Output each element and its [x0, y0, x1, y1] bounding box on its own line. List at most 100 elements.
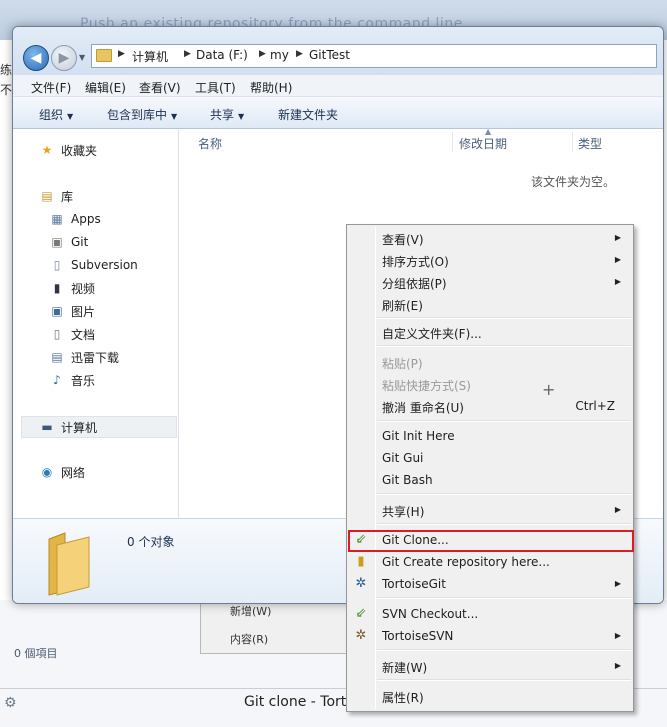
menu-item-git-init[interactable]: Git Init Here — [349, 425, 631, 447]
breadcrumb-gittest[interactable]: GitTest — [309, 48, 350, 62]
share-button[interactable]: 共享 ▼ — [210, 106, 244, 123]
nav-library-subversion[interactable]: ▯ Subversion — [49, 255, 138, 275]
arrow-left-icon: ◀ — [30, 50, 42, 66]
nav-library-music[interactable]: ♪ 音乐 — [49, 370, 95, 390]
menu-item-tortoisesvn[interactable]: ✲ TortoiseSVN ▶ — [349, 625, 631, 647]
breadcrumb-drive[interactable]: Data (F:) — [196, 48, 248, 62]
menu-label: TortoiseGit — [382, 577, 446, 591]
folder-icon — [48, 532, 90, 596]
submenu-arrow-icon: ▶ — [614, 255, 621, 264]
nav-item-label: 图片 — [71, 304, 96, 319]
menu-item-paste[interactable]: 粘贴(P) — [349, 351, 631, 373]
column-modified[interactable]: 修改日期 — [459, 135, 507, 152]
submenu-arrow-icon: ▶ — [614, 233, 621, 242]
menu-item-share[interactable]: 共享(H) ▶ — [349, 499, 631, 521]
menu-label: 排序方式(O) — [382, 255, 449, 269]
menu-help[interactable]: 帮助(H) — [250, 79, 292, 96]
empty-folder-message: 该文件夹为空。 — [531, 175, 616, 189]
chevron-right-icon[interactable]: ▶ — [296, 49, 303, 59]
menu-item-paste-shortcut[interactable]: 粘贴快捷方式(S) — [349, 373, 631, 395]
column-divider[interactable] — [452, 132, 453, 152]
history-dropdown[interactable]: ▼ — [79, 53, 85, 62]
menu-item-refresh[interactable]: 刷新(E) — [349, 293, 631, 315]
include-in-library-button[interactable]: 包含到库中 ▼ — [107, 106, 177, 123]
nav-library-downloads[interactable]: ▤ 迅雷下载 — [49, 347, 119, 367]
background-items-count: 0 個項目 — [14, 647, 58, 660]
menu-item-customize-folder[interactable]: 自定义文件夹(F)... — [349, 321, 631, 343]
menu-bar: 文件(F) 编辑(E) 查看(V) 工具(T) 帮助(H) — [13, 75, 663, 97]
new-folder-button[interactable]: 新建文件夹 — [278, 106, 338, 123]
submenu-arrow-icon: ▶ — [614, 631, 621, 640]
menu-item-tortoisegit[interactable]: ✲ TortoiseGit ▶ — [349, 573, 631, 595]
column-divider[interactable] — [572, 132, 573, 152]
menu-label: 查看(V) — [382, 233, 424, 247]
column-header: ▲ 名称 修改日期 类型 — [180, 127, 663, 154]
menu-view[interactable]: 查看(V) — [139, 79, 181, 96]
chevron-right-icon[interactable]: ▶ — [118, 49, 125, 59]
submenu-arrow-icon: ▶ — [614, 277, 621, 286]
organize-button[interactable]: 组织 ▼ — [39, 106, 73, 123]
submenu-arrow-icon: ▶ — [614, 579, 621, 588]
nav-libraries-label: 库 — [61, 189, 74, 204]
menu-item-git-bash[interactable]: Git Bash — [349, 469, 631, 491]
nav-favorites-label: 收藏夹 — [61, 143, 98, 158]
chevron-right-icon[interactable]: ▶ — [259, 49, 266, 59]
nav-library-apps[interactable]: ▦ Apps — [49, 209, 101, 229]
column-name[interactable]: 名称 — [198, 135, 222, 152]
menu-file[interactable]: 文件(F) — [31, 79, 71, 96]
nav-library-git[interactable]: ▣ Git — [49, 232, 88, 252]
menu-label: Git Bash — [382, 473, 433, 487]
menu-label: 撤消 重命名(U) — [382, 401, 464, 415]
menu-separator — [377, 679, 631, 681]
background-menu-properties[interactable]: 内容(R) — [230, 631, 268, 647]
nav-library-pictures[interactable]: ▣ 图片 — [49, 301, 95, 321]
nav-item-label: Apps — [71, 212, 101, 226]
menu-label: TortoiseSVN — [382, 629, 454, 643]
breadcrumb-my[interactable]: my — [270, 48, 289, 62]
nav-libraries[interactable]: ▤ 库 — [39, 186, 73, 206]
menu-item-properties[interactable]: 属性(R) — [349, 685, 631, 707]
menu-label: 粘贴快捷方式(S) — [382, 379, 471, 393]
network-icon: ◉ — [41, 465, 53, 479]
apps-icon: ▦ — [51, 212, 63, 226]
download-folder-icon: ▤ — [51, 350, 63, 364]
nav-computer-label: 计算机 — [61, 420, 98, 435]
nav-item-label: Git — [71, 235, 89, 249]
nav-library-videos[interactable]: ▮ 视频 — [49, 278, 95, 298]
nav-computer[interactable]: ▬ 计算机 — [39, 417, 97, 437]
nav-item-label: Subversion — [71, 258, 138, 272]
nav-favorites[interactable]: ★ 收藏夹 — [39, 140, 97, 160]
nav-item-label: 视频 — [71, 281, 96, 296]
menu-item-undo-rename[interactable]: 撤消 重命名(U) Ctrl+Z — [349, 395, 631, 417]
forward-button[interactable]: ▶ — [51, 45, 77, 71]
video-icon: ▮ — [53, 281, 61, 295]
menu-item-view[interactable]: 查看(V) ▶ — [349, 227, 631, 249]
menu-tools[interactable]: 工具(T) — [195, 79, 236, 96]
background-menu-new[interactable]: 新增(W) — [230, 603, 271, 619]
arrow-right-icon: ▶ — [58, 50, 70, 66]
tortoise-icon: ✲ — [355, 628, 367, 643]
nav-library-documents[interactable]: ▯ 文档 — [49, 324, 95, 344]
menu-item-sort[interactable]: 排序方式(O) ▶ — [349, 249, 631, 271]
menu-edit[interactable]: 编辑(E) — [85, 79, 126, 96]
menu-label: 分组依据(P) — [382, 277, 447, 291]
menu-separator — [377, 649, 631, 651]
chevron-right-icon[interactable]: ▶ — [184, 49, 191, 59]
menu-item-group[interactable]: 分组依据(P) ▶ — [349, 271, 631, 293]
menu-separator — [377, 493, 631, 495]
menu-label: Git Create repository here... — [382, 555, 550, 569]
menu-item-svn-checkout[interactable]: ⇙ SVN Checkout... — [349, 603, 631, 625]
menu-item-git-gui[interactable]: Git Gui — [349, 447, 631, 469]
gear-icon: ⚙ — [4, 695, 17, 711]
menu-separator — [377, 597, 631, 599]
back-button[interactable]: ◀ — [23, 45, 49, 71]
nav-network[interactable]: ◉ 网络 — [39, 462, 85, 482]
menu-item-git-create-repo[interactable]: ▮ Git Create repository here... — [349, 551, 631, 573]
breadcrumb-computer[interactable]: 计算机 — [132, 48, 168, 65]
column-type[interactable]: 类型 — [578, 135, 602, 152]
crosshair-cursor-icon: + — [542, 380, 556, 399]
address-bar[interactable]: ▶ 计算机 ▶ Data (F:) ▶ my ▶ GitTest — [91, 44, 657, 68]
git-create-icon: ▮ — [357, 554, 365, 569]
menu-item-new[interactable]: 新建(W) ▶ — [349, 655, 631, 677]
menu-label: 刷新(E) — [382, 299, 423, 313]
